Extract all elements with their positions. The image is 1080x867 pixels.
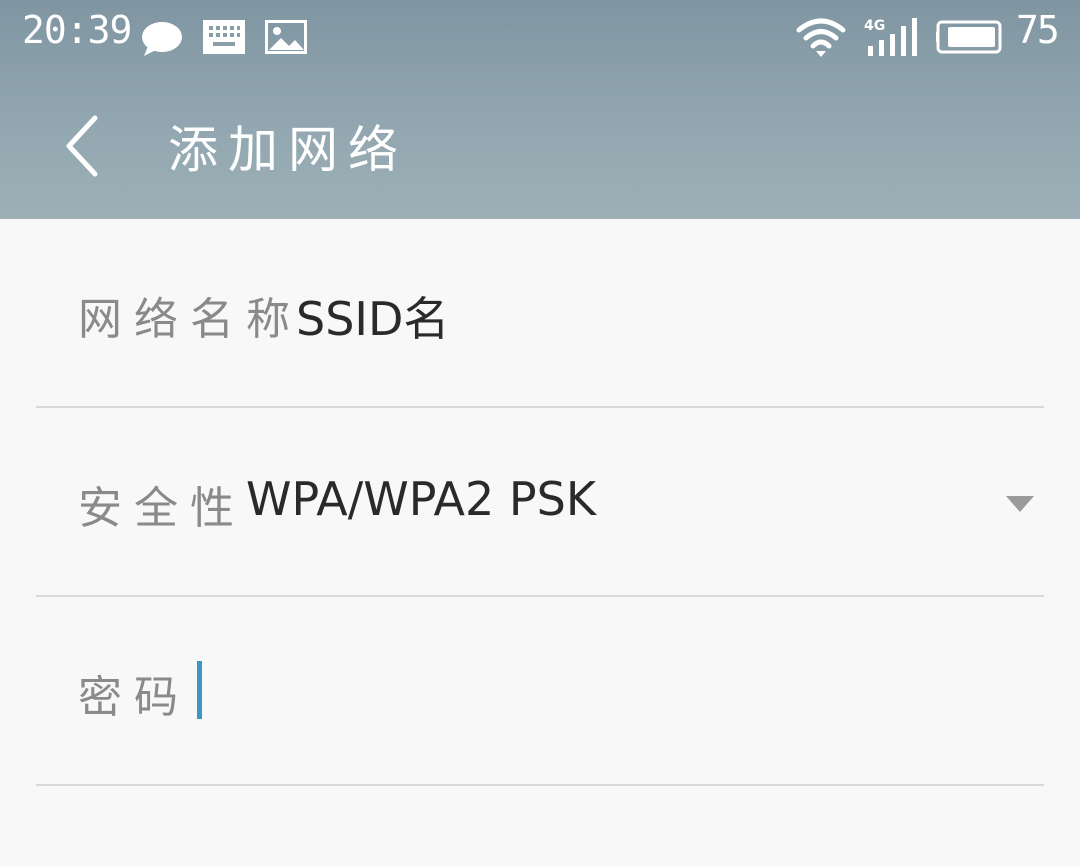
network-name-label: 网络名称 <box>78 294 302 345</box>
status-time: 20:39 <box>22 8 132 52</box>
security-select[interactable]: WPA/WPA2 PSK <box>246 472 596 526</box>
dropdown-triangle-icon[interactable] <box>1006 496 1034 512</box>
security-label: 安全性 <box>78 483 246 534</box>
security-row[interactable]: 安全性 WPA/WPA2 PSK <box>36 408 1044 597</box>
network-name-value[interactable]: SSID名 <box>296 283 449 349</box>
toolbar: 添加网络 <box>0 88 1080 208</box>
chat-bubble-icon <box>140 20 184 62</box>
text-cursor <box>197 661 202 719</box>
cellular-4g-icon: 4G <box>864 16 920 62</box>
status-bar: 20:39 4G 75 <box>0 0 1080 72</box>
password-input[interactable] <box>194 653 1018 725</box>
page-title: 添加网络 <box>168 121 408 179</box>
battery-percent: 75 <box>1016 8 1060 52</box>
keyboard-icon <box>203 20 245 58</box>
battery-icon <box>936 20 1004 58</box>
network-name-row[interactable]: 网络名称 SSID名 <box>36 219 1044 408</box>
network-type-label: 4G <box>864 18 885 34</box>
chevron-left-icon <box>63 114 103 182</box>
wifi-icon <box>796 16 846 62</box>
header: 20:39 4G 75 添加网络 <box>0 0 1080 219</box>
password-row[interactable]: 密码 <box>36 597 1044 786</box>
back-button[interactable] <box>48 108 118 188</box>
image-icon <box>265 20 307 58</box>
password-label: 密码 <box>78 672 190 723</box>
